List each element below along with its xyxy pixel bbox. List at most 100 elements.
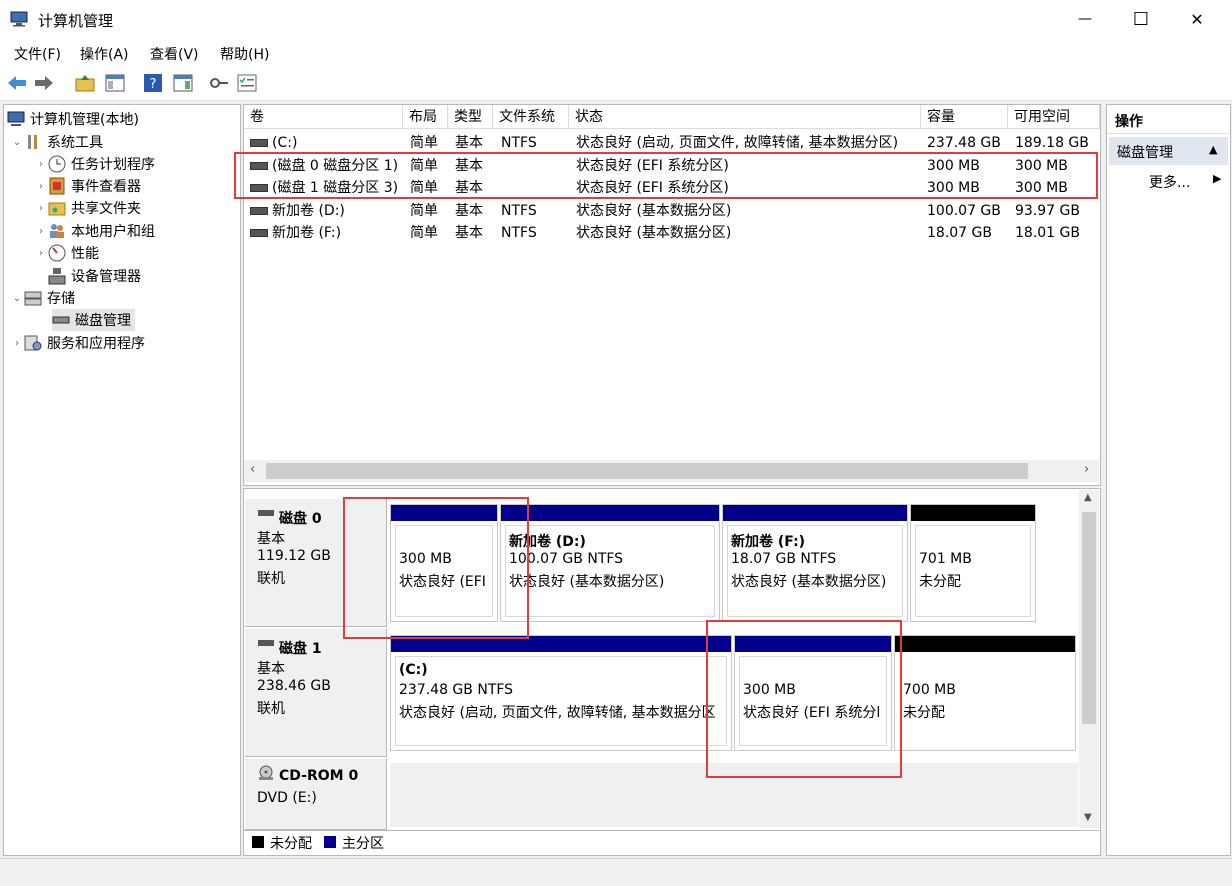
tree-label: 存储 xyxy=(47,291,75,307)
menu-view[interactable]: 查看(V) xyxy=(150,44,199,64)
checklist-icon xyxy=(237,74,257,92)
chevron-right-icon[interactable]: › xyxy=(34,159,48,170)
maximize-button[interactable]: ☐ xyxy=(1118,0,1164,38)
table-row[interactable]: (C:) 简单 基本 NTFS 状态良好 (启动, 页面文件, 故障转储, 基本… xyxy=(244,132,1100,154)
show-tree-button[interactable] xyxy=(104,72,126,94)
column-header-free-space[interactable]: 可用空间 xyxy=(1008,105,1100,129)
up-folder-button[interactable] xyxy=(74,72,96,94)
tree-label: 设备管理器 xyxy=(71,269,141,285)
column-header-layout[interactable]: 布局 xyxy=(403,105,448,129)
collapse-up-icon[interactable]: ▲ xyxy=(1209,143,1217,156)
connect-button[interactable] xyxy=(208,72,230,94)
services-icon xyxy=(24,334,42,352)
clock-icon xyxy=(48,155,66,173)
computer-management-icon xyxy=(7,110,25,128)
horizontal-scrollbar[interactable]: ‹ › xyxy=(244,460,1099,482)
drive-icon xyxy=(250,229,268,237)
actions-section-disk-management[interactable]: 磁盘管理 ▲ xyxy=(1109,137,1228,165)
legend: 未分配 主分区 xyxy=(244,830,1099,855)
scroll-left-icon[interactable]: ‹ xyxy=(250,462,255,477)
console-tree: 计算机管理(本地) ⌄ 系统工具 › 任务计划程序 › 事件查看器 › 共享文件… xyxy=(3,104,241,856)
legend-unallocated: 未分配 xyxy=(270,836,312,852)
action-pane-icon xyxy=(173,74,193,92)
action-more[interactable]: 更多... ▶ xyxy=(1109,169,1228,193)
status-bar xyxy=(0,858,1232,886)
highlight-efi-rows xyxy=(234,152,1098,199)
legend-primary: 主分区 xyxy=(342,836,384,852)
highlight-disk0-efi xyxy=(343,497,529,639)
scrollbar-thumb[interactable] xyxy=(266,463,1028,479)
drive-icon xyxy=(250,139,268,147)
chevron-right-icon[interactable]: › xyxy=(34,248,48,259)
column-header-filesystem[interactable]: 文件系统 xyxy=(493,105,569,129)
submenu-arrow-icon: ▶ xyxy=(1213,172,1222,185)
event-viewer-icon xyxy=(48,177,66,195)
tree-item-storage[interactable]: ⌄ 存储 xyxy=(10,287,75,309)
partition-disk0-d[interactable]: 新加卷 (D:) 100.07 GB NTFS 状态良好 (基本数据分区) xyxy=(500,504,720,622)
cdrom-0-label[interactable]: CD-ROM 0 DVD (E:) xyxy=(245,759,387,830)
svg-text:?: ? xyxy=(150,77,157,92)
chevron-right-icon[interactable]: › xyxy=(10,338,24,349)
vertical-scrollbar[interactable]: ▲ ▼ xyxy=(1079,490,1099,828)
chevron-right-icon[interactable]: › xyxy=(34,203,48,214)
table-row[interactable]: 新加卷 (D:) 简单 基本 NTFS 状态良好 (基本数据分区) 100.07… xyxy=(244,200,1100,222)
tree-label: 事件查看器 xyxy=(71,179,141,195)
actions-header: 操作 xyxy=(1107,105,1230,134)
properties-button[interactable] xyxy=(236,72,258,94)
menu-help[interactable]: 帮助(H) xyxy=(220,44,269,64)
chevron-down-icon[interactable]: ⌄ xyxy=(10,137,24,148)
menu-action[interactable]: 操作(A) xyxy=(80,44,129,64)
table-row[interactable]: 新加卷 (F:) 简单 基本 NTFS 状态良好 (基本数据分区) 18.07 … xyxy=(244,222,1100,244)
tree-item-shared-folders[interactable]: › 共享文件夹 xyxy=(34,197,141,219)
column-header-capacity[interactable]: 容量 xyxy=(921,105,1008,129)
tree-label: 系统工具 xyxy=(47,135,103,151)
actions-pane: 操作 磁盘管理 ▲ 更多... ▶ xyxy=(1106,104,1231,856)
chevron-down-icon[interactable]: ⌄ xyxy=(10,293,24,304)
tree-item-device-manager[interactable]: 设备管理器 xyxy=(48,265,141,287)
tree-item-local-users[interactable]: › 本地用户和组 xyxy=(34,220,155,242)
tree-item-performance[interactable]: › 性能 xyxy=(34,242,99,264)
partition-disk1-unallocated[interactable]: 700 MB 未分配 xyxy=(894,635,1076,751)
tree-item-disk-management[interactable]: 磁盘管理 xyxy=(52,309,135,331)
column-header-type[interactable]: 类型 xyxy=(448,105,493,129)
back-button[interactable] xyxy=(6,72,28,94)
window-title: 计算机管理 xyxy=(38,12,114,30)
minimize-icon: — xyxy=(1078,11,1092,27)
close-icon: ✕ xyxy=(1190,9,1204,29)
partition-disk0-f[interactable]: 新加卷 (F:) 18.07 GB NTFS 状态良好 (基本数据分区) xyxy=(722,504,908,622)
chevron-right-icon[interactable]: › xyxy=(34,181,48,192)
tree-item-task-scheduler[interactable]: › 任务计划程序 xyxy=(34,153,155,175)
partition-disk0-unallocated[interactable]: 701 MB 未分配 xyxy=(910,504,1036,622)
disk-icon xyxy=(258,640,274,646)
disk-icon xyxy=(52,311,70,329)
minimize-button[interactable]: — xyxy=(1062,0,1108,38)
column-header-status[interactable]: 状态 xyxy=(569,105,921,129)
close-button[interactable]: ✕ xyxy=(1174,0,1220,38)
partition-disk1-c[interactable]: (C:) 237.48 GB NTFS 状态良好 (启动, 页面文件, 故障转储… xyxy=(390,635,732,751)
shared-folder-icon xyxy=(48,199,66,217)
tree-item-system-tools[interactable]: ⌄ 系统工具 xyxy=(10,131,103,153)
help-button[interactable]: ? xyxy=(142,72,164,94)
title-bar xyxy=(0,0,1232,38)
help-icon: ? xyxy=(144,74,162,92)
disk-icon xyxy=(258,510,274,516)
scroll-down-icon[interactable]: ▼ xyxy=(1084,812,1092,823)
tree-item-event-viewer[interactable]: › 事件查看器 xyxy=(34,175,141,197)
scrollbar-thumb[interactable] xyxy=(1082,512,1096,724)
tree-item-services[interactable]: › 服务和应用程序 xyxy=(10,332,145,354)
column-header-volume[interactable]: 卷 xyxy=(244,105,403,129)
maximize-icon: ☐ xyxy=(1132,8,1150,30)
folder-up-icon xyxy=(75,75,95,92)
tree-label: 磁盘管理 xyxy=(75,313,131,329)
scroll-up-icon[interactable]: ▲ xyxy=(1084,492,1092,503)
chevron-right-icon[interactable]: › xyxy=(34,226,48,237)
back-arrow-icon xyxy=(8,76,26,90)
tree-item-root[interactable]: 计算机管理(本地) xyxy=(7,108,139,130)
show-action-pane-button[interactable] xyxy=(172,72,194,94)
forward-button[interactable] xyxy=(33,72,55,94)
tree-label: 性能 xyxy=(71,246,99,262)
menu-file[interactable]: 文件(F) xyxy=(14,44,61,64)
storage-icon xyxy=(24,289,42,307)
disk-1-label[interactable]: 磁盘 1 基本 238.46 GB 联机 xyxy=(245,629,387,757)
scroll-right-icon[interactable]: › xyxy=(1084,462,1089,477)
